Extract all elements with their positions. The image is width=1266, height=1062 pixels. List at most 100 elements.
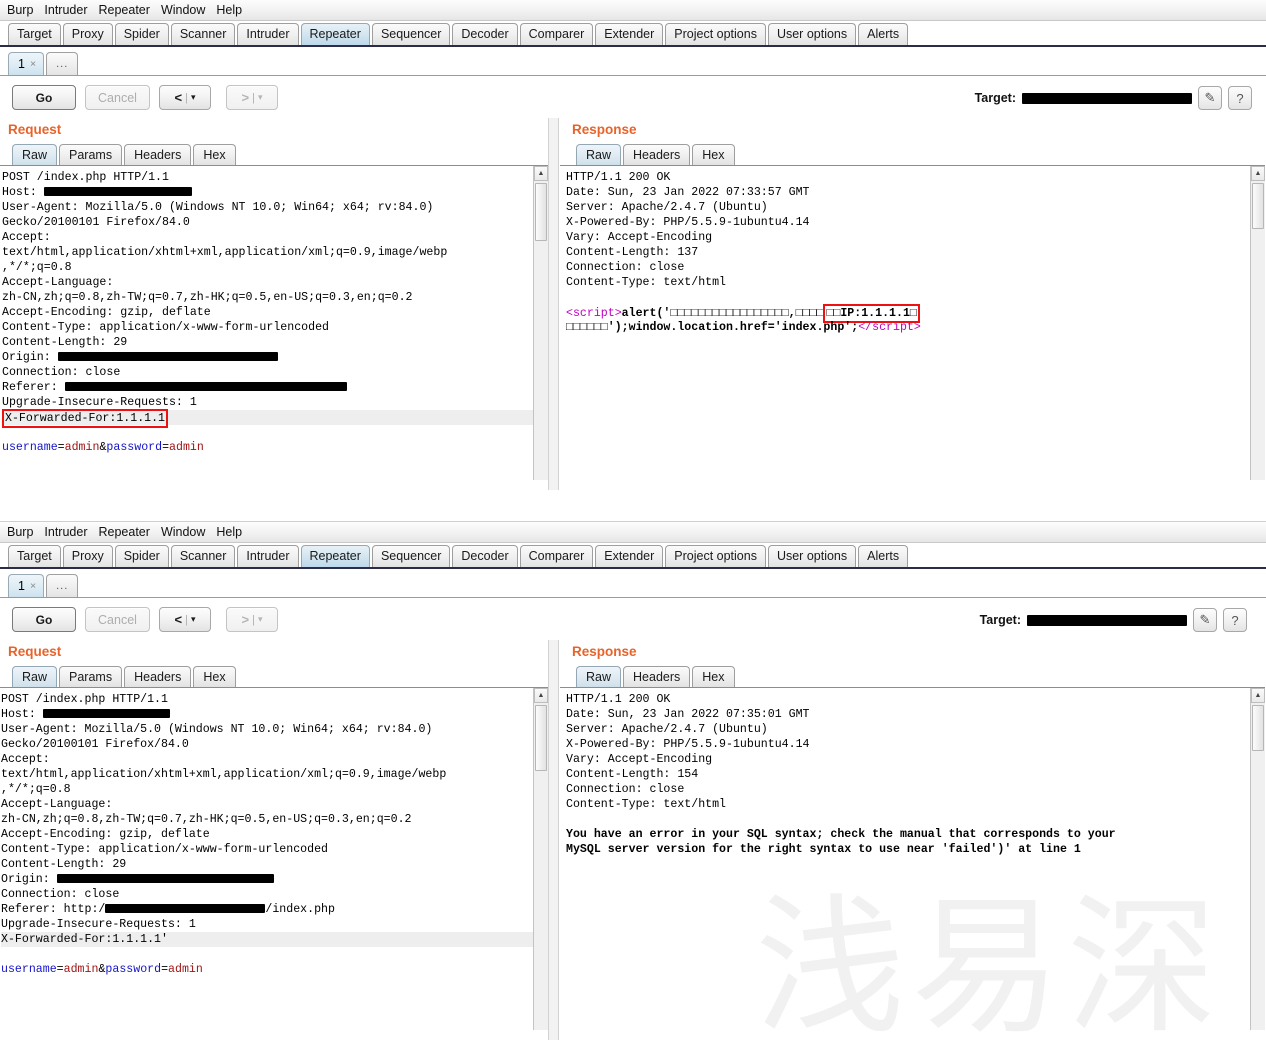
help-icon[interactable]: ? <box>1223 608 1247 632</box>
response-editor-bottom[interactable]: HTTP/1.1 200 OK Date: Sun, 23 Jan 2022 07… <box>560 688 1250 1030</box>
menu-item-repeater[interactable]: Repeater <box>99 3 150 17</box>
scroll-up-icon[interactable]: ▲ <box>1251 688 1265 703</box>
tab-repeater[interactable]: Repeater <box>300 23 370 45</box>
tab-comparer[interactable]: Comparer <box>519 545 594 567</box>
response-script-line-2: □□□□□□');window.location.href='index.php… <box>566 320 1250 335</box>
tab-extender[interactable]: Extender <box>595 23 664 45</box>
tab-user-options[interactable]: User options <box>767 545 857 567</box>
tab-decoder[interactable]: Decoder <box>452 23 518 45</box>
forward-button: > | ▾ <box>226 85 278 110</box>
menu-item-burp[interactable]: Burp <box>7 3 33 17</box>
pane-splitter-bottom[interactable] <box>548 640 559 1040</box>
response-tab-headers[interactable]: Headers <box>623 144 691 165</box>
repeater-tab-strip-bottom: 1 × ... <box>0 569 1266 598</box>
editor-line: text/html,application/xhtml+xml,applicat… <box>2 246 448 259</box>
request-vscrollbar-top[interactable]: ▲ <box>533 166 548 480</box>
tab-proxy[interactable]: Proxy <box>62 23 113 45</box>
pane-splitter-top[interactable] <box>548 118 559 490</box>
tab-user-options[interactable]: User options <box>767 23 857 45</box>
tab-extender[interactable]: Extender <box>595 545 664 567</box>
response-tab-hex[interactable]: Hex <box>692 666 735 687</box>
request-tab-params[interactable]: Params <box>59 666 123 687</box>
scroll-up-icon[interactable]: ▲ <box>534 688 548 703</box>
tab-scanner[interactable]: Scanner <box>170 545 236 567</box>
response-editor-top[interactable]: HTTP/1.1 200 OK Date: Sun, 23 Jan 2022 07… <box>560 166 1250 480</box>
tab-intruder[interactable]: Intruder <box>237 545 299 567</box>
request-pane-title: Request <box>8 122 62 137</box>
back-button[interactable]: < | ▾ <box>159 607 211 632</box>
tab-repeater[interactable]: Repeater <box>300 545 370 567</box>
tab-alerts[interactable]: Alerts <box>858 545 909 567</box>
scroll-thumb[interactable] <box>1252 183 1264 229</box>
scroll-up-icon[interactable]: ▲ <box>534 166 548 181</box>
repeater-tab-label: 1 <box>18 57 25 71</box>
request-tab-headers[interactable]: Headers <box>124 666 192 687</box>
target-area: Target: ✎ ? <box>975 86 1252 110</box>
repeater-tab-1[interactable]: 1 × <box>8 574 45 597</box>
menu-item-help[interactable]: Help <box>216 525 242 539</box>
menu-item-window[interactable]: Window <box>161 525 205 539</box>
repeater-tab-new[interactable]: ... <box>46 574 79 597</box>
request-tab-params[interactable]: Params <box>59 144 123 165</box>
pencil-icon[interactable]: ✎ <box>1193 608 1217 632</box>
request-editor-top[interactable]: POST /index.php HTTP/1.1 Host: User-Agent… <box>0 166 533 480</box>
go-button[interactable]: Go <box>12 85 76 110</box>
scroll-thumb[interactable] <box>535 183 547 241</box>
repeater-tab-1[interactable]: 1 × <box>8 52 45 75</box>
back-button[interactable]: < | ▾ <box>159 85 211 110</box>
forward-button: > | ▾ <box>226 607 278 632</box>
menu-item-repeater[interactable]: Repeater <box>99 525 150 539</box>
scroll-thumb[interactable] <box>1252 705 1264 751</box>
editor-line: Connection: close <box>566 783 685 796</box>
help-icon[interactable]: ? <box>1228 86 1252 110</box>
pencil-icon[interactable]: ✎ <box>1198 86 1222 110</box>
tab-scanner[interactable]: Scanner <box>170 23 236 45</box>
tab-intruder[interactable]: Intruder <box>237 23 299 45</box>
tab-project-options[interactable]: Project options <box>665 23 766 45</box>
tab-comparer[interactable]: Comparer <box>519 23 594 45</box>
tab-proxy[interactable]: Proxy <box>62 545 113 567</box>
tab-target[interactable]: Target <box>8 545 61 567</box>
tab-project-options[interactable]: Project options <box>665 545 766 567</box>
response-vscrollbar-top[interactable]: ▲ <box>1250 166 1265 480</box>
editor-line: Host: <box>2 185 533 200</box>
tab-decoder[interactable]: Decoder <box>452 545 518 567</box>
menu-item-help[interactable]: Help <box>216 3 242 17</box>
request-pane-top: Request Raw Params Headers Hex POST /ind… <box>0 118 548 490</box>
request-tab-raw[interactable]: Raw <box>12 144 58 165</box>
menu-item-burp[interactable]: Burp <box>7 525 33 539</box>
request-tab-hex[interactable]: Hex <box>193 144 236 165</box>
editor-line: POST /index.php HTTP/1.1 <box>2 171 169 184</box>
menu-item-intruder[interactable]: Intruder <box>44 525 87 539</box>
scroll-up-icon[interactable]: ▲ <box>1251 166 1265 181</box>
response-tab-raw[interactable]: Raw <box>576 144 622 165</box>
response-tab-hex[interactable]: Hex <box>692 144 735 165</box>
menu-item-window[interactable]: Window <box>161 3 205 17</box>
button-divider: | <box>252 91 255 104</box>
response-tab-raw[interactable]: Raw <box>576 666 622 687</box>
request-subtabs-bottom: Raw Params Headers Hex <box>0 663 548 687</box>
request-tab-hex[interactable]: Hex <box>193 666 236 687</box>
tab-spider[interactable]: Spider <box>114 23 169 45</box>
tab-sequencer[interactable]: Sequencer <box>371 545 451 567</box>
close-icon[interactable]: × <box>30 53 36 75</box>
close-icon[interactable]: × <box>30 575 36 597</box>
cancel-button: Cancel <box>85 85 150 110</box>
request-vscrollbar-bottom[interactable]: ▲ <box>533 688 548 1030</box>
response-tab-headers[interactable]: Headers <box>623 666 691 687</box>
response-vscrollbar-bottom[interactable]: ▲ <box>1250 688 1265 1030</box>
burp-window-top: Burp Intruder Repeater Window Help Targe… <box>0 0 1266 522</box>
tab-target[interactable]: Target <box>8 23 61 45</box>
request-tab-headers[interactable]: Headers <box>124 144 192 165</box>
tab-alerts[interactable]: Alerts <box>858 23 909 45</box>
tab-spider[interactable]: Spider <box>114 545 169 567</box>
request-editor-bottom[interactable]: POST /index.php HTTP/1.1 Host: User-Agent… <box>0 688 533 1030</box>
menu-item-intruder[interactable]: Intruder <box>44 3 87 17</box>
request-tab-raw[interactable]: Raw <box>12 666 58 687</box>
scroll-thumb[interactable] <box>535 705 547 771</box>
repeater-tab-new[interactable]: ... <box>46 52 79 75</box>
editor-line: X-Powered-By: PHP/5.5.9-1ubuntu4.14 <box>566 738 810 751</box>
go-button[interactable]: Go <box>12 607 76 632</box>
tab-sequencer[interactable]: Sequencer <box>371 23 451 45</box>
